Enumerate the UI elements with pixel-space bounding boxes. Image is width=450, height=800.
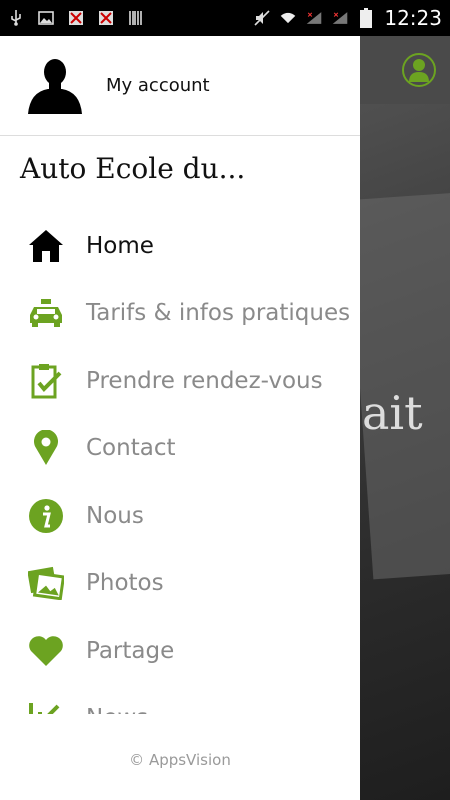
- menu-item-rendez-vous[interactable]: Prendre rendez-vous: [0, 347, 360, 415]
- account-row[interactable]: My account: [0, 36, 360, 136]
- account-button[interactable]: [402, 53, 436, 87]
- menu-item-home[interactable]: Home: [0, 212, 360, 280]
- app-title: Auto Ecole du...: [20, 152, 246, 185]
- menu-item-tarifs[interactable]: Tarifs & infos pratiques: [0, 280, 360, 348]
- menu-item-label: Photos: [86, 570, 164, 597]
- screen: 12:23 ait My account Auto Ecole du... Ho…: [0, 0, 450, 800]
- signal-icon: [332, 10, 348, 26]
- menu-item-label: Prendre rendez-vous: [86, 367, 323, 394]
- navigation-drawer: My account Auto Ecole du... Home Tarifs …: [0, 36, 360, 800]
- user-icon: [409, 59, 429, 82]
- missed-call-icon: [68, 10, 84, 26]
- mute-icon: [254, 10, 270, 26]
- account-label: My account: [106, 75, 210, 96]
- menu-item-label: Partage: [86, 637, 175, 664]
- news-icon: [28, 700, 64, 714]
- battery-icon: [358, 8, 374, 28]
- clock: 12:23: [384, 6, 442, 30]
- car-icon: [28, 295, 64, 331]
- menu-item-nous[interactable]: Nous: [0, 482, 360, 550]
- menu-item-label: News: [86, 705, 148, 714]
- footer-credit: © AppsVision: [129, 751, 231, 769]
- signal-icon: [306, 10, 322, 26]
- footer: © AppsVision: [0, 720, 360, 800]
- menu-scroll-area[interactable]: Home Tarifs & infos pratiques Prendre re…: [0, 192, 360, 714]
- location-pin-icon: [28, 430, 64, 466]
- barcode-icon: [128, 10, 144, 26]
- menu-item-contact[interactable]: Contact: [0, 415, 360, 483]
- menu-item-label: Home: [86, 232, 154, 259]
- background-word: ait: [362, 386, 423, 440]
- menu-list: Home Tarifs & infos pratiques Prendre re…: [0, 212, 360, 714]
- heart-icon: [28, 633, 64, 669]
- missed-call-icon: [98, 10, 114, 26]
- menu-item-label: Contact: [86, 435, 176, 462]
- image-icon: [38, 10, 54, 26]
- menu-item-label: Tarifs & infos pratiques: [86, 300, 351, 327]
- info-icon: [28, 498, 64, 534]
- menu-item-partage[interactable]: Partage: [0, 617, 360, 685]
- menu-item-label: Nous: [86, 502, 144, 529]
- clipboard-check-icon: [28, 363, 64, 399]
- status-bar: 12:23: [0, 0, 450, 36]
- menu-item-news[interactable]: News: [0, 685, 360, 714]
- home-icon: [28, 228, 64, 264]
- menu-item-photos[interactable]: Photos: [0, 550, 360, 618]
- avatar: [28, 58, 82, 114]
- wifi-icon: [280, 10, 296, 26]
- photos-icon: [28, 565, 64, 601]
- usb-icon: [8, 10, 24, 26]
